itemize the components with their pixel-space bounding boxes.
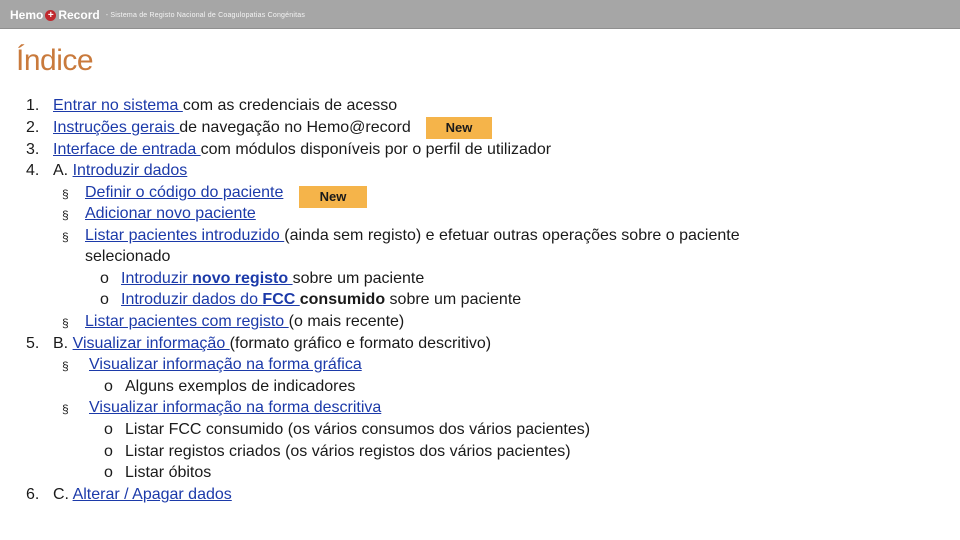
item-prefix: B. xyxy=(53,335,73,352)
logo-text-left: Hemo xyxy=(10,8,44,22)
bullet-icon: § xyxy=(62,208,69,222)
link-novo-registo[interactable]: novo registo xyxy=(192,270,292,287)
bullet-icon: § xyxy=(62,230,69,244)
bullet-icon: § xyxy=(62,187,69,201)
link-introduzir-dados[interactable]: Introduzir dados xyxy=(73,162,188,179)
bullet-icon: o xyxy=(100,270,109,287)
item-text: de navegação no Hemo@record xyxy=(179,119,411,136)
link-listar-pacientes-introduzido[interactable]: Listar pacientes introduzido xyxy=(85,227,284,244)
hemorecord-logo: Hemo + Record - Sistema de Registo Nacio… xyxy=(10,7,305,23)
logo-tagline: - Sistema de Registo Nacional de Coagulo… xyxy=(105,11,306,19)
link-definir-codigo[interactable]: Definir o código do paciente xyxy=(85,183,283,203)
item-number: 1. xyxy=(26,97,40,114)
item-number: 5. xyxy=(26,335,40,352)
bullet-icon: o xyxy=(104,378,113,395)
link-entrar-sistema[interactable]: Entrar no sistema xyxy=(53,97,183,114)
link-fcc[interactable]: FCC xyxy=(262,291,299,308)
item-text-continued: selecionado xyxy=(85,248,171,265)
link-listar-com-registo[interactable]: Listar pacientes com registo xyxy=(85,313,289,330)
item-number: 2. xyxy=(26,119,40,136)
link-instrucoes-gerais[interactable]: Instruções gerais xyxy=(53,119,179,136)
item-text: (o mais recente) xyxy=(288,313,405,330)
item-text-bold: consumido xyxy=(299,291,386,308)
link-visualizar-informacao[interactable]: Visualizar informação xyxy=(73,335,230,352)
link-interface-entrada[interactable]: Interface de entrada xyxy=(53,141,201,158)
item-text: (ainda sem registo) e efetuar outras ope… xyxy=(284,227,740,244)
link-adicionar-paciente[interactable]: Adicionar novo paciente xyxy=(85,204,256,224)
item-text: Listar registos criados (os vários regis… xyxy=(125,443,571,460)
bullet-icon: § xyxy=(62,359,69,373)
item-text: Listar FCC consumido (os vários consumos… xyxy=(125,421,591,438)
new-badge: New xyxy=(299,186,367,208)
bullet-icon: § xyxy=(62,316,69,330)
item-text: sobre um paciente xyxy=(292,270,425,287)
bullet-icon: o xyxy=(104,421,113,438)
item-text: com módulos disponíveis por o perfil de … xyxy=(200,141,552,158)
link-forma-descritiva[interactable]: Visualizar informação na forma descritiv… xyxy=(89,398,381,418)
item-text: Alguns exemplos de indicadores xyxy=(125,378,356,395)
logo-text-right: Record xyxy=(58,8,100,22)
logo-cross-icon: + xyxy=(45,9,57,21)
bullet-icon: o xyxy=(100,291,109,308)
header-bar: Hemo + Record - Sistema de Registo Nacio… xyxy=(0,0,960,29)
item-text: (formato gráfico e formato descritivo) xyxy=(229,335,492,352)
item-number: 6. xyxy=(26,486,40,503)
item-text: Listar óbitos xyxy=(125,464,212,481)
bullet-icon: o xyxy=(104,443,113,460)
new-badge: New xyxy=(426,117,492,139)
item-number: 3. xyxy=(26,141,40,158)
link-forma-grafica[interactable]: Visualizar informação na forma gráfica xyxy=(89,355,362,375)
item-number: 4. xyxy=(26,162,40,179)
link-introduzir-fcc[interactable]: Introduzir dados do xyxy=(121,291,262,308)
page-title: Índice xyxy=(16,44,94,77)
item-text: com as credenciais de acesso xyxy=(182,97,398,114)
item-prefix: A. xyxy=(53,162,73,179)
bullet-icon: o xyxy=(104,464,113,481)
bullet-icon: § xyxy=(62,402,69,416)
item-text: sobre um paciente xyxy=(385,291,522,308)
link-introduzir-registo[interactable]: Introduzir xyxy=(121,270,192,287)
link-alterar-apagar[interactable]: Alterar / Apagar dados xyxy=(73,486,232,503)
item-prefix: C. xyxy=(53,486,73,503)
